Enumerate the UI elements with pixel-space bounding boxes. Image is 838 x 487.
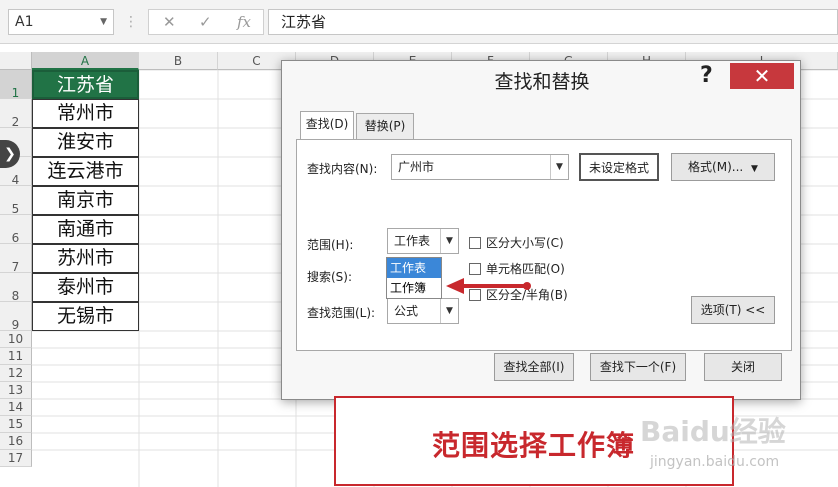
formula-bar: A1 ▼ ⋮ ✕ ✓ fx 江苏省 [0,0,838,44]
cancel-icon[interactable]: ✕ [163,13,176,31]
formula-bar-grip-icon: ⋮ [124,14,139,30]
column-header-a[interactable]: A [32,52,139,70]
scope-value: 工作表 [394,234,431,248]
options-button[interactable]: 选项(T) << [691,296,775,324]
enter-icon[interactable]: ✓ [199,13,212,31]
find-next-button[interactable]: 查找下一个(F) [590,353,686,381]
insert-function-icon[interactable]: fx [237,13,251,31]
match-case-checkbox[interactable]: 区分大小写(C) [469,234,564,251]
tab-find[interactable]: 查找(D) [300,111,354,139]
row-header-9[interactable]: 9 [0,302,32,332]
close-button[interactable]: 关闭 [704,353,782,381]
find-panel: 查找内容(N): 广州市 ▼ 未设定格式 格式(M)... ▼ 范围(H): 工… [296,139,792,351]
find-replace-dialog: 查找和替换 ? ✕ 查找(D) 替换(P) 查找内容(N): 广州市 ▼ 未设定… [281,60,801,400]
row-header-10[interactable]: 10 [0,331,32,348]
checkbox-icon [469,237,481,249]
row-header-16[interactable]: 16 [0,433,32,450]
cell[interactable]: 泰州市 [32,273,139,302]
name-box[interactable]: A1 ▼ [8,9,114,35]
dialog-title: 查找和替换 [494,71,590,93]
row-header-12[interactable]: 12 [0,365,32,382]
row-header-15[interactable]: 15 [0,416,32,433]
match-case-label: 区分大小写(C) [486,236,564,250]
row-header-8[interactable]: 8 [0,273,32,303]
row-header-1[interactable]: 1 [0,70,32,100]
name-box-value: A1 [15,14,34,30]
find-what-input[interactable]: 广州市 ▼ [391,154,569,180]
scope-label: 范围(H): [307,238,354,252]
row-header-17[interactable]: 17 [0,450,32,467]
caption-text: 范围选择工作簿 [432,429,636,462]
scope-option-sheet[interactable]: 工作表 [387,258,441,278]
caret-down-icon: ▼ [751,164,758,174]
search-label: 搜索(S): [307,270,353,284]
chevron-down-icon[interactable]: ▼ [440,299,458,323]
checkbox-icon [469,263,481,275]
watermark-brand: Baidu经验 [640,415,786,448]
chevron-down-icon[interactable]: ▼ [550,155,568,179]
cell[interactable]: 连云港市 [32,157,139,186]
chevron-down-icon[interactable]: ▼ [100,10,107,34]
row-header-7[interactable]: 7 [0,244,32,274]
row-header-2[interactable]: 2 [0,99,32,129]
find-what-label: 查找内容(N): [307,162,378,176]
scope-dropdown-list: 工作表 工作簿 [386,257,442,299]
formula-input[interactable]: 江苏省 [268,9,838,35]
tab-replace[interactable]: 替换(P) [356,113,414,139]
cell[interactable]: 南通市 [32,215,139,244]
row-header-5[interactable]: 5 [0,186,32,216]
row-header-11[interactable]: 11 [0,348,32,365]
match-cell-label: 单元格匹配(O) [486,262,565,276]
find-all-button[interactable]: 查找全部(I) [494,353,574,381]
format-status-box: 未设定格式 [579,153,659,181]
cell[interactable]: 苏州市 [32,244,139,273]
select-all-corner[interactable] [0,52,32,70]
cell[interactable]: 无锡市 [32,302,139,331]
watermark-url: jingyan.baidu.com [650,454,780,470]
column-header-b[interactable]: B [139,52,218,70]
look-in-select[interactable]: 公式 ▼ [387,298,459,324]
active-cell[interactable]: 江苏省 [32,70,139,99]
format-button[interactable]: 格式(M)... ▼ [671,153,775,181]
formula-buttons: ✕ ✓ fx [148,9,264,35]
scope-option-workbook[interactable]: 工作簿 [387,278,441,298]
annotation-arrow-icon [446,278,531,294]
look-in-label: 查找范围(L): [307,306,376,320]
cell[interactable]: 南京市 [32,186,139,215]
row-header-6[interactable]: 6 [0,215,32,245]
look-in-value: 公式 [394,304,419,318]
row-header-13[interactable]: 13 [0,382,32,399]
scope-select[interactable]: 工作表 ▼ [387,228,459,254]
cell[interactable]: 常州市 [32,99,139,128]
match-cell-checkbox[interactable]: 单元格匹配(O) [469,260,565,277]
close-icon[interactable]: ✕ [730,63,794,89]
chevron-down-icon[interactable]: ▼ [440,229,458,253]
help-icon[interactable]: ? [700,63,713,88]
cell[interactable]: 淮安市 [32,128,139,157]
format-button-label: 格式(M)... [688,160,744,174]
find-what-value: 广州市 [398,160,435,174]
row-header-14[interactable]: 14 [0,399,32,416]
